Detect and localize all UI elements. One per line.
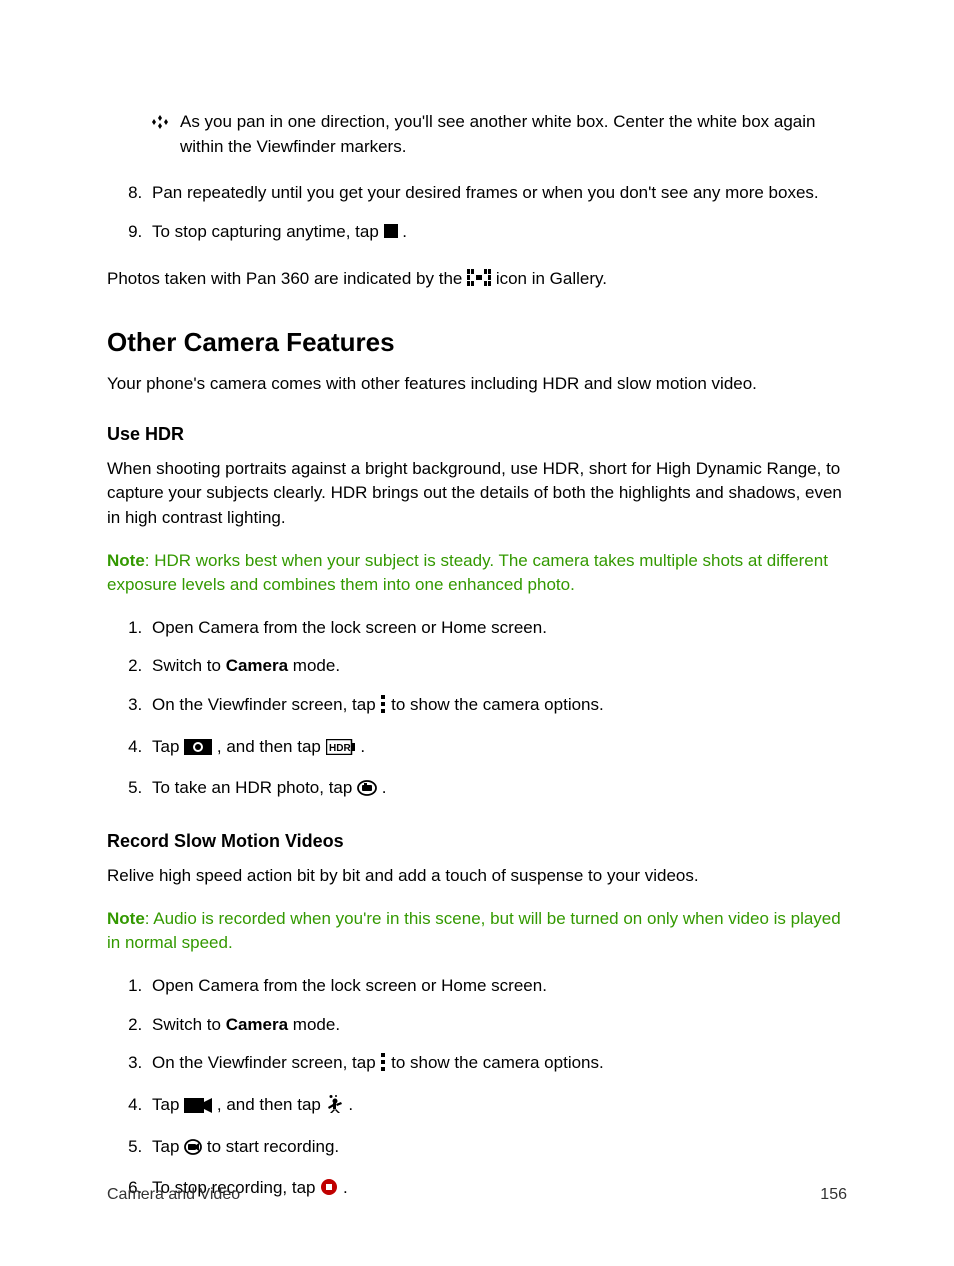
tip-text: As you pan in one direction, you'll see … [180, 110, 847, 159]
auto-mode-icon [184, 738, 212, 763]
list-item: Switch to Camera mode. [147, 654, 847, 679]
intro-text: Your phone's camera comes with other fea… [107, 372, 847, 397]
gallery-indicator-note: Photos taken with Pan 360 are indicated … [107, 267, 847, 295]
list-item: Open Camera from the lock screen or Home… [147, 974, 847, 999]
pan-steps-continued: Pan repeatedly until you get your desire… [107, 181, 847, 244]
hdr-icon: HDR [326, 738, 356, 763]
footer-section: Camera and Video [107, 1183, 240, 1206]
slowmo-desc: Relive high speed action bit by bit and … [107, 864, 847, 889]
camera-shutter-icon [357, 778, 377, 804]
video-mode-icon [184, 1096, 212, 1121]
tip-bullet-icon [152, 112, 168, 126]
slowmo-steps: Open Camera from the lock screen or Home… [107, 974, 847, 1204]
hdr-desc: When shooting portraits against a bright… [107, 457, 847, 531]
list-item: On the Viewfinder screen, tap to show th… [147, 1051, 847, 1079]
slowmo-note: Note: Audio is recorded when you're in t… [107, 907, 847, 956]
list-item: Tap to start recording. [147, 1135, 847, 1163]
list-item: To stop capturing anytime, tap . [147, 220, 847, 245]
list-item: Open Camera from the lock screen or Home… [147, 616, 847, 641]
hdr-steps: Open Camera from the lock screen or Home… [107, 616, 847, 804]
slow-motion-heading: Record Slow Motion Videos [107, 828, 847, 854]
record-start-icon [184, 1138, 202, 1163]
menu-dots-icon [380, 1053, 386, 1079]
page-footer: Camera and Video 156 [107, 1183, 847, 1206]
list-item: Pan repeatedly until you get your desire… [147, 181, 847, 206]
list-item: On the Viewfinder screen, tap to show th… [147, 693, 847, 721]
use-hdr-heading: Use HDR [107, 421, 847, 447]
hdr-note: Note: HDR works best when your subject i… [107, 549, 847, 598]
stop-icon [384, 224, 398, 238]
pan360-icon [467, 269, 491, 295]
footer-page-number: 156 [820, 1183, 847, 1206]
slow-motion-icon [326, 1095, 344, 1121]
other-camera-features-heading: Other Camera Features [107, 324, 847, 362]
list-item: Tap , and then tap [147, 1093, 847, 1121]
tip-block: As you pan in one direction, you'll see … [152, 110, 847, 159]
svg-text:HDR: HDR [329, 743, 351, 754]
menu-dots-icon [380, 695, 386, 721]
list-item: Tap , and then tap HDR . [147, 735, 847, 763]
list-item: Switch to Camera mode. [147, 1013, 847, 1038]
list-item: To take an HDR photo, tap . [147, 776, 847, 804]
